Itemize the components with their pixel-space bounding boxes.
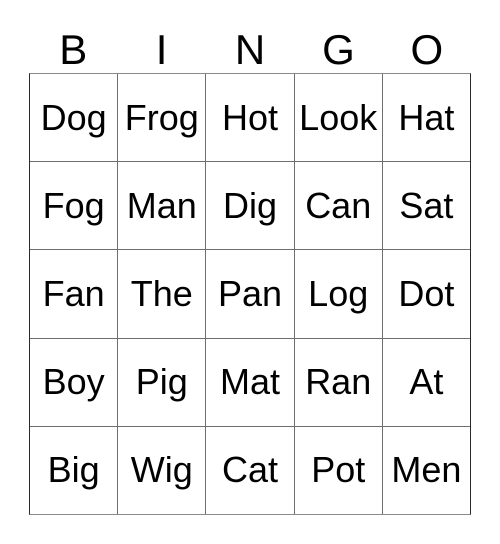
bingo-cell[interactable]: Hot xyxy=(205,74,294,162)
bingo-cell[interactable]: Can xyxy=(293,162,382,250)
bingo-cell[interactable]: Ran xyxy=(293,338,382,426)
bingo-grid: Dog Frog Hot Look Hat Fog Man Dig Can Sa… xyxy=(29,73,471,515)
bingo-cell[interactable]: Men xyxy=(381,426,471,515)
bingo-cell[interactable]: Big xyxy=(30,426,118,515)
bingo-cell[interactable]: Pot xyxy=(293,426,382,515)
bingo-header-row: B I N G O xyxy=(29,22,471,73)
bingo-cell[interactable]: Man xyxy=(117,162,206,250)
bingo-row: Big Wig Cat Pot Men xyxy=(30,425,471,515)
bingo-cell[interactable]: At xyxy=(381,338,471,426)
bingo-cell[interactable]: Hat xyxy=(381,74,471,162)
bingo-header-letter-n: N xyxy=(234,26,266,73)
bingo-cell[interactable]: Fan xyxy=(30,250,118,338)
bingo-row: Fan The Pan Log Dot xyxy=(30,249,471,338)
bingo-cell[interactable]: Mat xyxy=(205,338,294,426)
bingo-header-letter-g: G xyxy=(322,26,355,73)
bingo-cell[interactable]: Cat xyxy=(205,426,294,515)
bingo-cell[interactable]: Sat xyxy=(381,162,471,250)
bingo-cell[interactable]: Look xyxy=(293,74,382,162)
bingo-cell[interactable]: Frog xyxy=(117,74,206,162)
bingo-cell[interactable]: Dig xyxy=(205,162,294,250)
bingo-card: B I N G O Dog Frog Hot Look Hat Fog Man … xyxy=(0,0,500,544)
bingo-cell[interactable]: Wig xyxy=(117,426,206,515)
bingo-cell[interactable]: Log xyxy=(293,250,382,338)
bingo-cell[interactable]: Fog xyxy=(30,162,118,250)
bingo-header-letter-o: O xyxy=(410,26,444,73)
bingo-cell[interactable]: The xyxy=(117,250,206,338)
bingo-row: Boy Pig Mat Ran At xyxy=(30,337,471,426)
bingo-cell[interactable]: Pan xyxy=(205,250,294,338)
bingo-row: Fog Man Dig Can Sat xyxy=(30,161,471,250)
bingo-cell[interactable]: Dog xyxy=(30,74,118,162)
bingo-cell[interactable]: Pig xyxy=(117,338,206,426)
bingo-header-letter-i: I xyxy=(155,26,168,73)
bingo-cell[interactable]: Boy xyxy=(30,338,118,426)
bingo-cell[interactable]: Dot xyxy=(381,250,471,338)
bingo-header-letter-b: B xyxy=(59,26,88,73)
bingo-row: Dog Frog Hot Look Hat xyxy=(30,74,471,162)
